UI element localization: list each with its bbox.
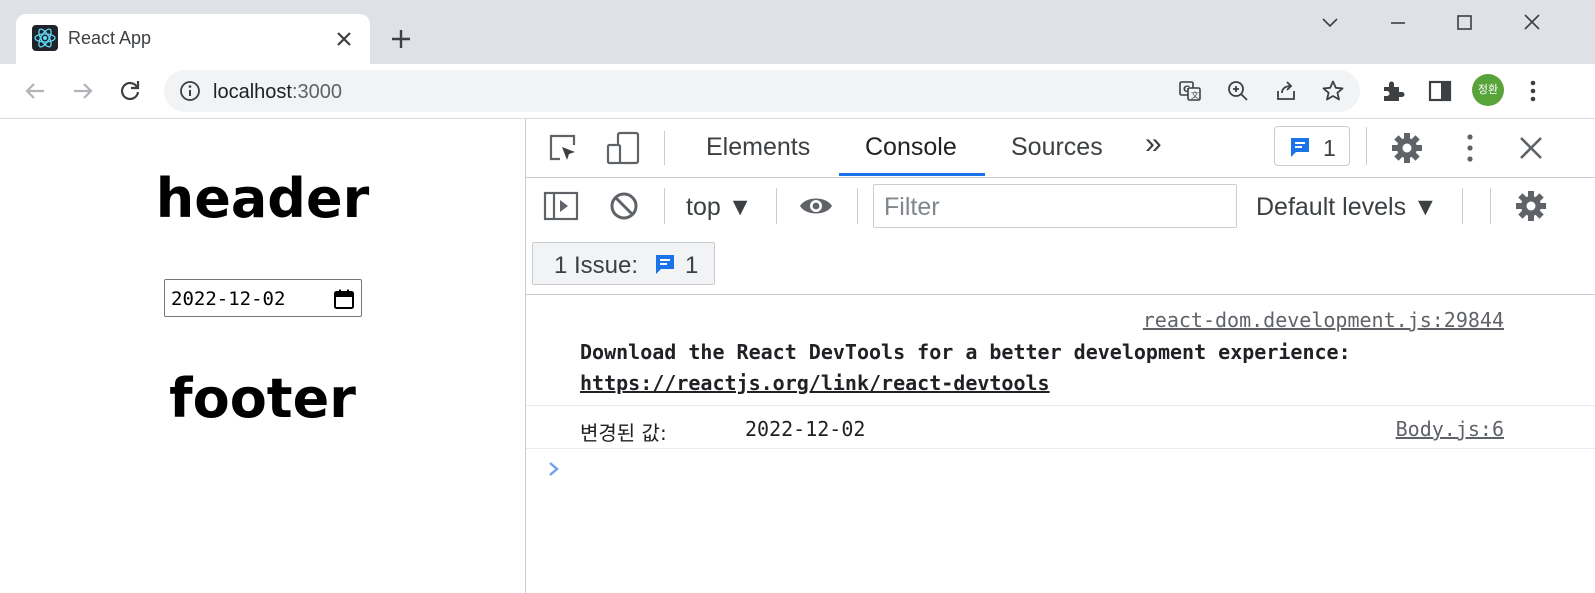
separator <box>776 188 777 224</box>
log-levels-selector[interactable]: Default levels ▼ <box>1256 193 1438 222</box>
separator <box>664 131 665 165</box>
browser-toolbar: localhost:3000 G文 정환 <box>0 64 1595 119</box>
filter-input[interactable]: Filter <box>873 184 1237 228</box>
devtools-panel: Elements Console Sources » 1 top ▼ Filte… <box>525 119 1595 593</box>
issues-badge-count: 1 <box>1323 135 1336 161</box>
issues-badge-button[interactable]: 1 <box>1274 126 1350 166</box>
maximize-icon[interactable] <box>1444 10 1484 36</box>
issues-label: 1 Issue: <box>554 252 639 279</box>
console-toolbar: top ▼ Filter Default levels ▼ <box>526 178 1595 236</box>
separator <box>1366 127 1367 165</box>
issues-bar: 1 Issue: 1 <box>526 236 1595 295</box>
issues-chip[interactable]: 1 Issue: 1 <box>532 242 715 285</box>
clear-console-icon[interactable] <box>608 190 640 222</box>
forward-icon[interactable] <box>70 78 96 104</box>
message-label: 변경된 값: <box>580 421 667 445</box>
back-icon[interactable] <box>22 78 48 104</box>
message-text: Download the React DevTools for a better… <box>580 340 1351 364</box>
separator <box>664 188 665 224</box>
translate-icon[interactable]: G文 <box>1178 79 1202 103</box>
console-message: react-dom.development.js:29844 Download … <box>526 295 1595 406</box>
message-link[interactable]: https://reactjs.org/link/react-devtools <box>580 371 1050 395</box>
more-vert-icon[interactable] <box>1460 131 1480 165</box>
svg-text:文: 文 <box>1191 90 1199 100</box>
side-panel-icon[interactable] <box>1427 78 1453 104</box>
issues-count: 1 <box>685 252 699 279</box>
close-devtools-icon[interactable] <box>1516 133 1546 163</box>
tab-sources[interactable]: Sources <box>1011 133 1103 162</box>
plus-icon[interactable] <box>388 26 414 52</box>
tab-title: React App <box>68 28 152 48</box>
message-icon <box>1288 135 1312 159</box>
reload-icon[interactable] <box>117 78 143 104</box>
profile-avatar[interactable]: 정환 <box>1472 74 1504 106</box>
filter-placeholder: Filter <box>884 193 940 221</box>
source-link[interactable]: Body.js:6 <box>1396 417 1504 441</box>
page-footer: footer <box>169 367 356 430</box>
separator <box>1490 188 1491 224</box>
minimize-icon[interactable] <box>1378 10 1418 36</box>
page-viewport: header 2022-12-02 footer <box>0 119 525 593</box>
calendar-icon[interactable] <box>333 288 355 310</box>
context-selector[interactable]: top ▼ <box>686 193 752 222</box>
react-favicon-icon <box>32 25 58 51</box>
chevron-right-icon <box>546 460 562 478</box>
device-toolbar-icon[interactable] <box>606 131 640 165</box>
tab-console[interactable]: Console <box>865 133 957 162</box>
address-bar[interactable]: localhost:3000 G文 <box>164 70 1360 112</box>
tab-elements[interactable]: Elements <box>706 133 810 162</box>
inspect-element-icon[interactable] <box>548 133 578 163</box>
devtools-tabbar: Elements Console Sources » 1 <box>526 119 1595 178</box>
url-text: localhost:3000 <box>213 81 342 103</box>
close-window-icon[interactable] <box>1512 10 1552 36</box>
active-tab-indicator <box>839 173 985 176</box>
message-value: 2022-12-02 <box>745 417 866 441</box>
browser-tab[interactable]: React App <box>16 14 370 64</box>
separator <box>857 188 858 224</box>
date-input[interactable]: 2022-12-02 <box>164 279 362 317</box>
extensions-icon[interactable] <box>1380 78 1406 104</box>
zoom-icon[interactable] <box>1226 79 1250 103</box>
browser-titlebar: React App <box>0 0 1595 64</box>
eye-icon[interactable] <box>798 192 834 220</box>
date-value: 2022-12-02 <box>171 288 286 310</box>
more-tabs-icon[interactable]: » <box>1145 127 1162 161</box>
page-header: header <box>155 167 370 230</box>
console-message: 변경된 값: 2022-12-02 Body.js:6 <box>526 406 1595 449</box>
info-icon[interactable] <box>178 79 202 103</box>
star-icon[interactable] <box>1321 79 1345 103</box>
chevron-down-icon[interactable] <box>1310 10 1350 36</box>
gear-icon[interactable] <box>1390 131 1424 165</box>
more-vert-icon[interactable] <box>1520 78 1546 104</box>
console-settings-icon[interactable] <box>1514 189 1548 223</box>
sidebar-toggle-icon[interactable] <box>543 190 579 222</box>
close-icon[interactable] <box>334 29 354 49</box>
message-icon <box>653 252 677 276</box>
source-link[interactable]: react-dom.development.js:29844 <box>1143 308 1504 332</box>
separator <box>1462 188 1463 224</box>
share-icon[interactable] <box>1274 79 1298 103</box>
